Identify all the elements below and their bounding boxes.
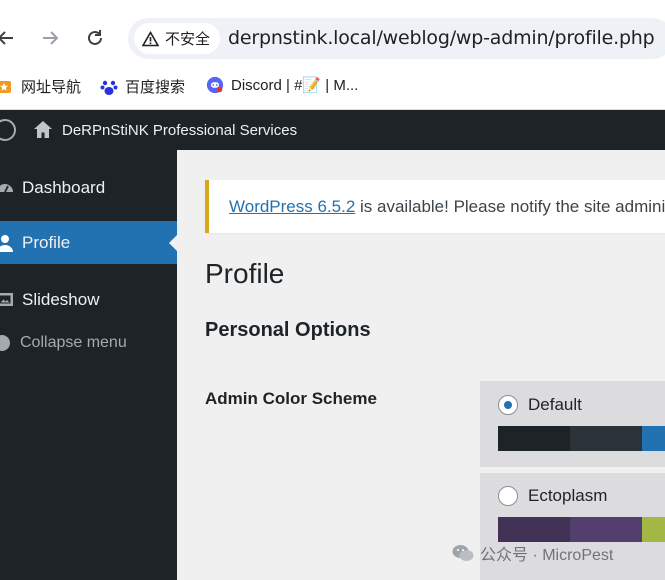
security-chip[interactable]: 不安全 (134, 23, 221, 54)
notice-message: is available! Please notify the site adm… (355, 197, 665, 216)
sidebar-item-label: Dashboard (22, 177, 106, 197)
palette-swatch (642, 426, 665, 451)
color-scheme-name: Default (528, 395, 582, 414)
collapse-menu-label: Collapse menu (20, 334, 127, 351)
bookmark-item[interactable]: Discord | #📝 | M... (206, 76, 358, 94)
bookmark-star-icon (0, 78, 14, 96)
wordpress-update-link[interactable]: WordPress 6.5.2 (229, 197, 355, 216)
warning-triangle-icon (142, 30, 159, 46)
bookmark-item[interactable]: 百度搜索 (100, 76, 185, 97)
notice-text: WordPress 6.5.2 is available! Please not… (229, 197, 665, 217)
baidu-paw-icon (100, 78, 118, 96)
section-title: Personal Options (205, 319, 371, 341)
palette-swatch (570, 517, 642, 542)
palette-swatch (498, 426, 570, 451)
color-scheme-default[interactable]: Default (480, 381, 665, 467)
watermark-text: 公众号 · MicroPest (480, 547, 614, 564)
bookmark-item[interactable]: 网址导航 (0, 76, 81, 97)
color-palette (498, 517, 665, 542)
palette-swatch (570, 426, 642, 451)
color-scheme-radio[interactable] (498, 395, 518, 415)
dashboard-icon (0, 179, 14, 197)
security-label: 不安全 (165, 31, 211, 48)
watermark: 公众号 · MicroPest (452, 541, 613, 565)
wp-admin-bar: DeRPnStiNK Professional Services (0, 110, 665, 150)
sidebar-item-label: Profile (22, 232, 71, 252)
color-scheme-name: Ectoplasm (528, 486, 608, 505)
bookmark-label: Discord | #📝 | M... (231, 77, 359, 94)
home-icon[interactable] (33, 120, 53, 144)
bookmark-label: 网址导航 (21, 79, 82, 96)
update-notice: WordPress 6.5.2 is available! Please not… (205, 180, 665, 233)
sidebar-item-label: Slideshow (22, 289, 100, 309)
forward-button[interactable] (38, 24, 62, 52)
browser-toolbar: 不安全 derpnstink.local/weblog/wp-admin/pro… (0, 0, 665, 66)
reload-button[interactable] (83, 24, 107, 52)
arrow-right-icon (43, 31, 59, 45)
page-title: Profile (205, 258, 285, 289)
color-scheme-radio[interactable] (498, 486, 518, 506)
main-content: WordPress 6.5.2 is available! Please not… (177, 150, 665, 580)
collapse-arrow-icon (0, 335, 10, 351)
wechat-icon (452, 545, 474, 561)
palette-swatch (642, 517, 665, 542)
url-text[interactable]: derpnstink.local/weblog/wp-admin/profile… (228, 27, 655, 49)
back-button[interactable] (0, 24, 18, 52)
bookmark-label: 百度搜索 (125, 79, 186, 96)
palette-swatch (498, 517, 570, 542)
arrow-left-icon (0, 31, 13, 45)
user-icon (0, 234, 14, 252)
sidebar-item-slideshow[interactable]: Slideshow (0, 278, 177, 321)
color-scheme-label: Admin Color Scheme (205, 389, 377, 408)
discord-icon (206, 76, 224, 94)
bookmarks-bar: 网址导航 百度搜索 Discord | #📝 | M... (0, 66, 665, 110)
sidebar-item-profile[interactable]: Profile (0, 221, 178, 264)
slideshow-icon (0, 291, 14, 309)
reload-icon (88, 30, 102, 45)
admin-sidebar: Dashboard Profile Slideshow Collapse men… (0, 150, 178, 580)
address-bar[interactable]: 不安全 derpnstink.local/weblog/wp-admin/pro… (128, 18, 665, 59)
wordpress-logo-icon[interactable] (0, 119, 16, 141)
site-name-link[interactable]: DeRPnStiNK Professional Services (62, 122, 297, 139)
sidebar-item-dashboard[interactable]: Dashboard (0, 166, 177, 209)
color-palette (498, 426, 665, 451)
